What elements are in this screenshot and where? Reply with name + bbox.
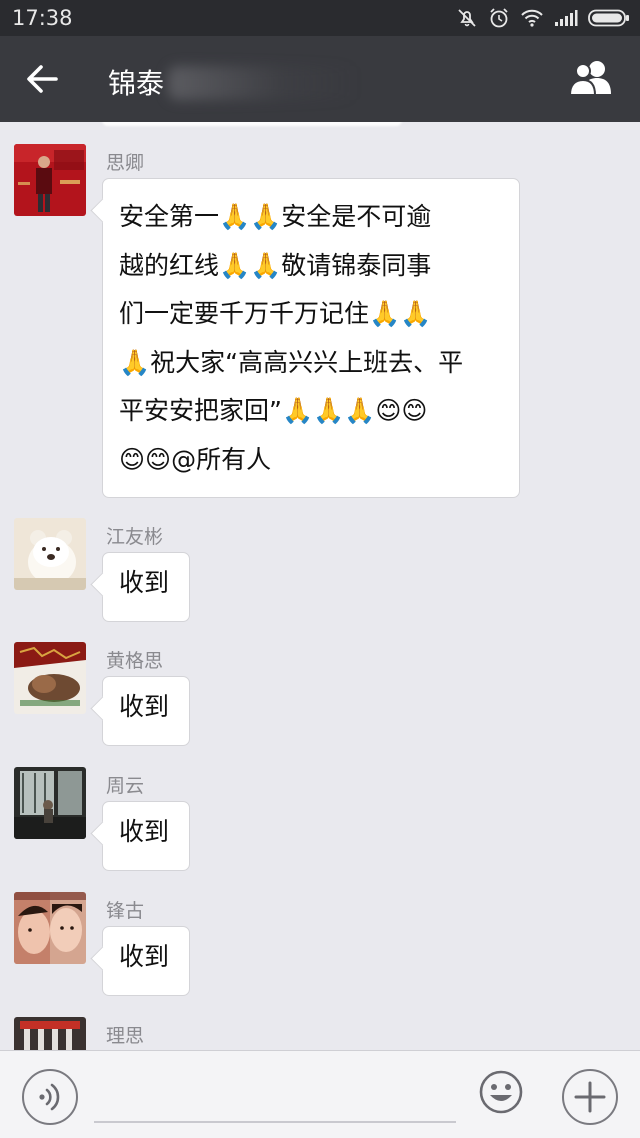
message-text: 收到 [119, 817, 170, 846]
voice-icon [39, 1083, 60, 1111]
signal-icon [555, 10, 578, 26]
avatar-image [14, 642, 86, 714]
mute-icon [458, 9, 476, 27]
emoji-button[interactable] [478, 1069, 524, 1115]
input-bar [0, 1050, 640, 1138]
avatar[interactable] [14, 767, 86, 839]
message-line: 越的红线🙏🙏敬请锦泰同事 [119, 250, 432, 280]
message-bubble[interactable]: 安全第一🙏🙏安全是不可逾 越的红线🙏🙏敬请锦泰同事 们一定要千万千万记住🙏🙏 🙏… [102, 178, 520, 498]
wifi-icon [521, 9, 543, 27]
status-bar: 17:38 [0, 0, 640, 36]
message-text: 收到 [119, 568, 170, 597]
nav-bar: 锦泰 [0, 36, 640, 122]
avatar[interactable] [14, 1017, 86, 1050]
status-icons [456, 7, 630, 29]
message-bubble[interactable]: 收到 [102, 552, 190, 622]
avatar-image [14, 518, 86, 590]
status-time: 17:38 [12, 6, 73, 30]
chat-title: 锦泰 [108, 67, 165, 100]
title-blur [168, 66, 358, 100]
plus-button[interactable] [562, 1069, 618, 1125]
message-text: 收到 [119, 942, 170, 971]
message-bubble[interactable]: 收到 [102, 801, 190, 871]
message-text: 收到 [119, 692, 170, 721]
avatar[interactable] [14, 518, 86, 590]
plus-icon [574, 1081, 606, 1113]
voice-button[interactable] [22, 1069, 78, 1125]
message-line: 安全第一🙏🙏安全是不可逾 [119, 202, 432, 231]
avatar[interactable] [14, 144, 86, 216]
sender-name: 周云 [106, 775, 145, 797]
avatar[interactable] [14, 892, 86, 964]
sender-name: 江友彬 [106, 526, 164, 548]
alarm-icon [490, 8, 508, 28]
message-line: 🙏祝大家“高高兴兴上班去、平 [119, 347, 464, 377]
message-bubble[interactable]: 收到 [102, 926, 190, 996]
group-members-icon [568, 61, 611, 96]
avatar-image [14, 144, 86, 216]
avatar-image [14, 1017, 86, 1050]
message-line: 平安安把家回”🙏🙏🙏😊😊 [119, 396, 428, 425]
group-members-button[interactable] [566, 58, 618, 98]
avatar-image [14, 892, 86, 964]
avatar-image [14, 767, 86, 839]
emoji-icon [479, 1070, 523, 1114]
arrow-left-icon [27, 65, 58, 93]
message-line: 😊😊@所有人 [119, 444, 272, 474]
sender-name: 锋古 [106, 900, 145, 922]
message-bubble[interactable]: 收到 [102, 676, 190, 746]
message-input[interactable] [94, 1071, 456, 1123]
sender-name: 思卿 [106, 152, 145, 174]
sender-name: 黄格思 [106, 650, 164, 672]
back-button[interactable] [18, 56, 66, 102]
message-line: 们一定要千万千万记住🙏🙏 [119, 299, 432, 328]
previous-message-edge [102, 122, 402, 126]
battery-icon [588, 9, 629, 27]
chat-area[interactable]: 思卿 安全第一🙏🙏安全是不可逾 越的红线🙏🙏敬请锦泰同事 们一定要千万千万记住🙏… [0, 122, 640, 1050]
sender-name: 理思 [106, 1025, 145, 1047]
avatar[interactable] [14, 642, 86, 714]
